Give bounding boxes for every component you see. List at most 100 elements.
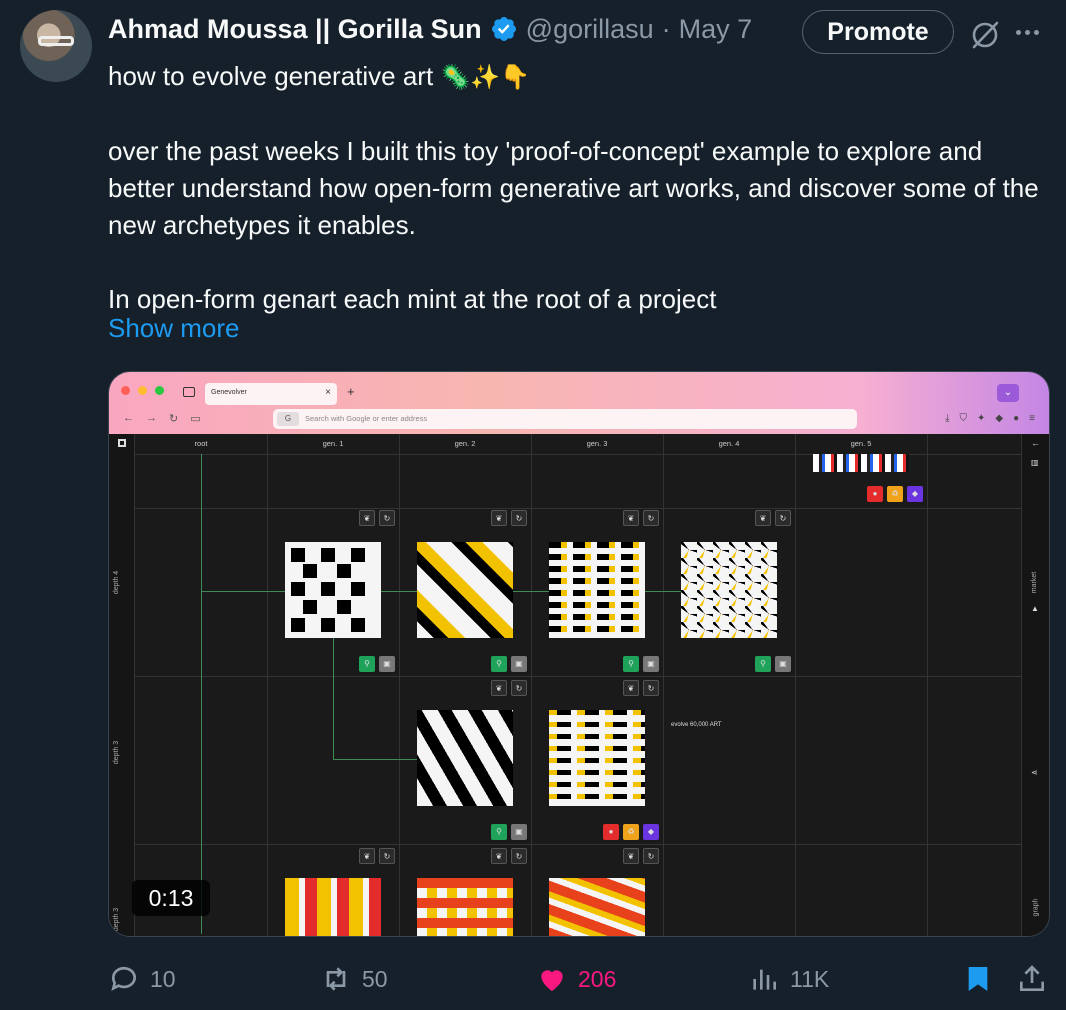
column-gen-4: gen. 4 [718,439,740,448]
refresh-icon[interactable]: ↻ [511,848,527,864]
art-tile-d3-gen2[interactable] [417,710,513,806]
art-tile-gen3[interactable] [549,542,645,638]
reply-button[interactable]: 10 [108,958,176,1000]
refresh-icon[interactable]: ↻ [511,510,527,526]
genevolver-app: depth 4 depth 3 depth 3 ← ▥ market ▲ ⋖ g… [109,434,1049,936]
refresh-icon[interactable]: ↻ [643,680,659,696]
evolve-icon[interactable]: ⚲ [755,656,771,672]
share-icon [1020,965,1044,991]
recycle-icon[interactable]: ♻ [887,486,903,502]
sprout-icon[interactable]: ❦ [359,848,375,864]
promote-button[interactable]: Promote [802,10,954,54]
refresh-icon[interactable]: ↻ [643,510,659,526]
address-bar: G Search with Google or enter address [273,409,857,429]
tweet-date[interactable]: May 7 [679,14,753,45]
lock-icon[interactable]: ▣ [775,656,791,672]
evolve-icon[interactable]: ⚲ [491,824,507,840]
more-icon[interactable] [1016,30,1039,35]
address-placeholder: Search with Google or enter address [305,414,428,423]
extension-icons: ⤓ ⛉ ✦ ◆ ● ≡ [945,413,1035,424]
author-name[interactable]: Ahmad Moussa || Gorilla Sun [108,14,482,45]
art-tile-d3b-gen2[interactable] [417,878,513,936]
video-timestamp: 0:13 [132,880,210,916]
art-tile-d3b-gen1[interactable] [285,878,381,936]
market-label: market [1031,571,1039,594]
bookmark-icon [968,967,988,991]
art-tile-d3-gen3[interactable] [549,710,645,806]
refresh-icon[interactable]: ↻ [379,510,395,526]
art-tile-gen2[interactable] [417,542,513,638]
evolve-icon[interactable]: ⚲ [491,656,507,672]
bookmark-button[interactable] [962,958,994,1000]
fire-icon[interactable]: ● [603,824,619,840]
browser-chrome: Genevolver × + ⌄ ← → ↻ ▭ G Search with G… [109,372,1049,434]
tweet-actions: 10 50 206 11K [108,958,1050,1000]
sprout-icon[interactable]: ❦ [491,680,507,696]
mint-icon[interactable]: ◆ [643,824,659,840]
sprout-icon[interactable]: ❦ [623,848,639,864]
tweet-line-1: how to evolve generative art 🦠✨👇 [108,61,531,91]
graph-label: graph [1032,898,1040,917]
grid-icon [118,439,126,447]
sprout-icon[interactable]: ❦ [491,510,507,526]
column-gen-2: gen. 2 [454,439,476,448]
sprout-icon[interactable]: ❦ [623,680,639,696]
sprout-icon[interactable]: ❦ [755,510,771,526]
separator-dot: · [661,13,671,44]
refresh-icon[interactable]: ↻ [775,510,791,526]
author-handle[interactable]: @gorillasu [526,14,654,45]
refresh-icon[interactable]: ↻ [511,680,527,696]
browser-tab-title: Genevolver [211,389,247,396]
share-button[interactable] [1016,958,1048,1000]
tab-list-icon: ⌄ [997,384,1019,402]
lock-icon[interactable]: ▣ [511,656,527,672]
evolve-icon[interactable]: ⚲ [623,656,639,672]
tweet-video[interactable]: Genevolver × + ⌄ ← → ↻ ▭ G Search with G… [108,371,1050,937]
show-more-link[interactable]: Show more [108,313,240,344]
lock-icon[interactable]: ▣ [379,656,395,672]
lock-icon[interactable]: ▣ [643,656,659,672]
minimize-dot-icon [138,386,147,395]
evolve-icon[interactable]: ⚲ [359,656,375,672]
sprout-icon[interactable]: ❦ [359,510,375,526]
views-button[interactable]: 11K [748,958,829,1000]
tab-overview-icon [183,387,195,397]
sprout-icon[interactable]: ❦ [491,848,507,864]
heart-icon [541,970,563,991]
gen5-action-buttons: ● ♻ ◆ [867,486,923,502]
refresh-icon[interactable]: ↻ [643,848,659,864]
sprout-icon[interactable]: ❦ [623,510,639,526]
tweet-paragraph-3: In open-form genart each mint at the roo… [108,284,717,314]
fire-icon[interactable]: ● [867,486,883,502]
grok-icon[interactable] [968,18,1002,52]
recycle-icon[interactable]: ♻ [623,824,639,840]
repost-button[interactable]: 50 [320,958,388,1000]
column-root: root [194,439,208,448]
gen5-strip-art [813,454,909,472]
avatar-glasses [38,36,74,46]
reload-icon: ↻ [169,413,179,425]
avatar[interactable] [20,10,92,82]
google-search-icon: G [277,412,299,426]
shield-icon: ⛉ [959,413,968,424]
column-gen-3: gen. 3 [586,439,608,448]
tweet-emoji: 🦠✨👇 [440,64,531,91]
tab-close-icon: × [325,387,331,398]
tweet-header: Ahmad Moussa || Gorilla Sun @gorillasu ·… [108,12,752,46]
window-controls [121,386,164,395]
lock-icon[interactable]: ▣ [511,824,527,840]
right-rail: ← ▥ market ▲ ⋖ graph [1021,434,1049,936]
row-label-depth-4: depth 4 [113,570,121,595]
mint-icon[interactable]: ◆ [907,486,923,502]
views-count: 11K [790,965,830,992]
art-tile-gen1[interactable] [285,542,381,638]
row-label-depth-3b: depth 3 [113,907,121,932]
verified-badge-icon [491,17,516,41]
reply-count: 10 [150,965,176,992]
back-icon: ← [123,412,134,424]
art-tile-gen4[interactable] [681,542,777,638]
repost-count: 50 [362,965,388,992]
refresh-icon[interactable]: ↻ [379,848,395,864]
like-button[interactable]: 206 [536,958,616,1000]
art-tile-d3b-gen3[interactable] [549,878,645,936]
